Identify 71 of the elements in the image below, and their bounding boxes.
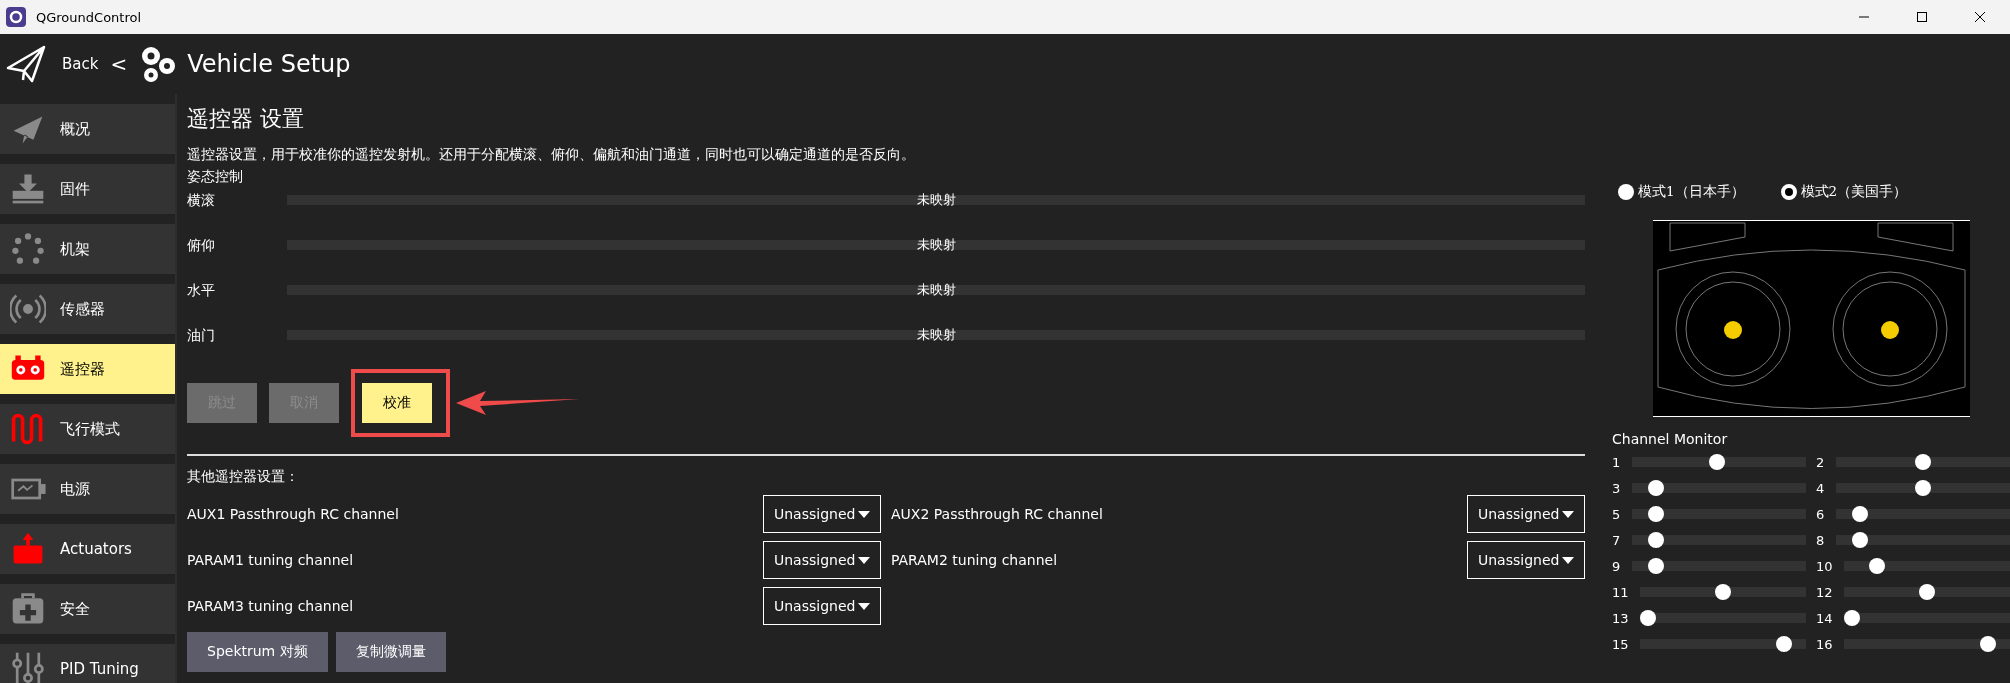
sidebar-item[interactable]: 电源 bbox=[0, 464, 175, 514]
sliders-icon bbox=[10, 651, 46, 683]
page-heading: Vehicle Setup bbox=[187, 50, 351, 78]
axis-label: 水平 bbox=[187, 281, 216, 300]
calibrate-button[interactable]: 校准 bbox=[362, 383, 432, 423]
channel-number: 7 bbox=[1612, 532, 1622, 548]
setting-label: AUX1 Passthrough RC channel bbox=[187, 506, 400, 522]
dot-ring-icon bbox=[10, 231, 46, 267]
channel-number: 8 bbox=[1816, 532, 1826, 548]
caret-icon bbox=[858, 510, 870, 518]
sidebar-item[interactable]: 安全 bbox=[0, 584, 175, 634]
channel-number: 5 bbox=[1612, 506, 1622, 522]
channel-number: 10 bbox=[1816, 558, 1834, 574]
channel-number: 2 bbox=[1816, 454, 1826, 470]
action-button[interactable]: 复制微调量 bbox=[335, 632, 446, 672]
mapping-status: 未映射 bbox=[916, 191, 956, 209]
radio-label: 模式2（美国手） bbox=[1800, 183, 1908, 201]
action-button[interactable]: Spektrum 对频 bbox=[187, 632, 328, 672]
channel-dropdown[interactable]: Unassigned bbox=[763, 495, 881, 533]
channel-number: 14 bbox=[1816, 610, 1834, 626]
monitor-title: Channel Monitor bbox=[1612, 431, 1729, 449]
close-icon[interactable] bbox=[1974, 11, 1986, 23]
channel-number: 1 bbox=[1612, 454, 1622, 470]
radio-button[interactable] bbox=[1780, 184, 1797, 200]
channel-number: 4 bbox=[1816, 480, 1826, 496]
channel-dropdown[interactable]: Unassigned bbox=[1467, 495, 1585, 533]
back-link[interactable]: Back bbox=[62, 55, 99, 73]
sidebar-item[interactable]: 概况 bbox=[0, 104, 175, 154]
channel-number: 15 bbox=[1612, 636, 1630, 652]
sidebar-item[interactable]: 传感器 bbox=[0, 284, 175, 334]
axis-label: 油门 bbox=[187, 326, 216, 345]
sidebar-item[interactable]: 固件 bbox=[0, 164, 175, 214]
sidebar-item[interactable]: PID Tuning bbox=[0, 644, 175, 683]
mapping-status: 未映射 bbox=[916, 326, 956, 344]
channel-dropdown[interactable]: Unassigned bbox=[763, 587, 881, 625]
mapping-status: 未映射 bbox=[916, 236, 956, 254]
window-title: QGroundControl bbox=[36, 9, 142, 25]
channel-dropdown[interactable]: Unassigned bbox=[1467, 541, 1585, 579]
sidebar-item[interactable]: 遥控器 bbox=[0, 344, 175, 394]
channel-number: 12 bbox=[1816, 584, 1834, 600]
caret-icon bbox=[858, 602, 870, 610]
caret-icon bbox=[858, 556, 870, 564]
channel-number: 3 bbox=[1612, 480, 1622, 496]
section-title: 遥控器 设置 bbox=[187, 105, 305, 133]
axis-label: 横滚 bbox=[187, 191, 216, 210]
section-heading: 其他遥控器设置： bbox=[187, 468, 300, 486]
channel-dropdown[interactable]: Unassigned bbox=[763, 541, 881, 579]
setting-label: PARAM2 tuning channel bbox=[891, 552, 1059, 568]
sidebar-item[interactable]: 机架 bbox=[0, 224, 175, 274]
channel-number: 6 bbox=[1816, 506, 1826, 522]
app-logo-icon bbox=[6, 7, 26, 27]
paper-plane-icon[interactable] bbox=[6, 44, 46, 84]
axis-label: 俯仰 bbox=[187, 236, 216, 255]
caret-icon bbox=[1562, 556, 1574, 564]
channel-number: 11 bbox=[1612, 584, 1630, 600]
radio-label: 模式1（日本手） bbox=[1638, 183, 1745, 201]
sidebar-item[interactable]: Actuators bbox=[0, 524, 175, 574]
maximize-icon[interactable] bbox=[1916, 11, 1928, 23]
setting-label: PARAM1 tuning channel bbox=[187, 552, 355, 568]
breadcrumb-separator: < bbox=[110, 52, 128, 76]
mapping-status: 未映射 bbox=[916, 281, 956, 299]
channel-number: 16 bbox=[1816, 636, 1834, 652]
description-text: 遥控器设置，用于校准你的遥控发射机。还用于分配横滚、俯仰、偏航和油门通道，同时也可以确定通道的是否反向。 bbox=[187, 145, 916, 164]
setting-label: AUX2 Passthrough RC channel bbox=[891, 506, 1104, 522]
setting-label: PARAM3 tuning channel bbox=[187, 598, 355, 614]
caret-icon bbox=[1562, 510, 1574, 518]
sidebar-item[interactable]: 飞行模式 bbox=[0, 404, 175, 454]
section-heading: 姿态控制 bbox=[187, 168, 244, 186]
radio-button[interactable] bbox=[1618, 184, 1634, 200]
channel-number: 9 bbox=[1612, 558, 1622, 574]
channel-number: 13 bbox=[1612, 610, 1630, 626]
